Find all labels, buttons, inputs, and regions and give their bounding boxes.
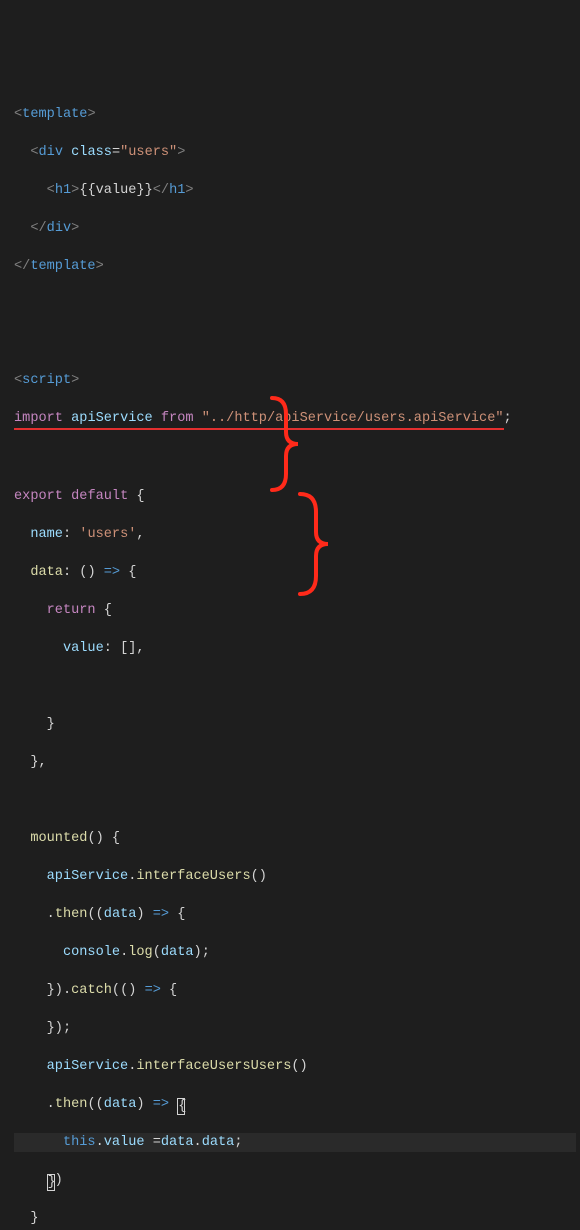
blank-line — [14, 449, 576, 468]
code-line: apiService.interfaceUsersUsers() — [14, 1057, 576, 1076]
code-line: </template> — [14, 257, 576, 276]
code-line: <div class="users"> — [14, 143, 576, 162]
code-line: } — [14, 1209, 576, 1228]
code-line: mounted() { — [14, 829, 576, 848]
code-line: <template> — [14, 105, 576, 124]
code-line: apiService.interfaceUsers() — [14, 867, 576, 886]
blank-line — [14, 295, 576, 314]
code-line: console.log(data); — [14, 943, 576, 962]
code-line: <h1>{{value}}</h1> — [14, 181, 576, 200]
matching-brace-indicator: { — [177, 1098, 185, 1115]
code-line: } — [14, 715, 576, 734]
code-editor-viewport[interactable]: <template> <div class="users"> <h1>{{val… — [14, 86, 576, 1230]
code-line: export default { — [14, 487, 576, 506]
code-line: .then((data) => { — [14, 1095, 576, 1114]
code-line: data: () => { — [14, 563, 576, 582]
code-line-current: this.value =data.data; — [14, 1133, 576, 1152]
code-line: return { — [14, 601, 576, 620]
code-line: }) — [14, 1171, 576, 1190]
code-line: <script> — [14, 371, 576, 390]
code-line: name: 'users', — [14, 525, 576, 544]
code-line: }).catch(() => { — [14, 981, 576, 1000]
blank-line — [14, 677, 576, 696]
code-line: </div> — [14, 219, 576, 238]
red-underline-annotation: import apiService from "../http/apiServi… — [14, 409, 504, 430]
blank-line — [14, 333, 576, 352]
matching-brace-indicator: } — [47, 1174, 55, 1191]
code-line: value: [], — [14, 639, 576, 658]
code-line: }, — [14, 753, 576, 772]
blank-line — [14, 791, 576, 810]
import-line: import apiService from "../http/apiServi… — [14, 409, 576, 430]
code-line: }); — [14, 1019, 576, 1038]
code-line: .then((data) => { — [14, 905, 576, 924]
